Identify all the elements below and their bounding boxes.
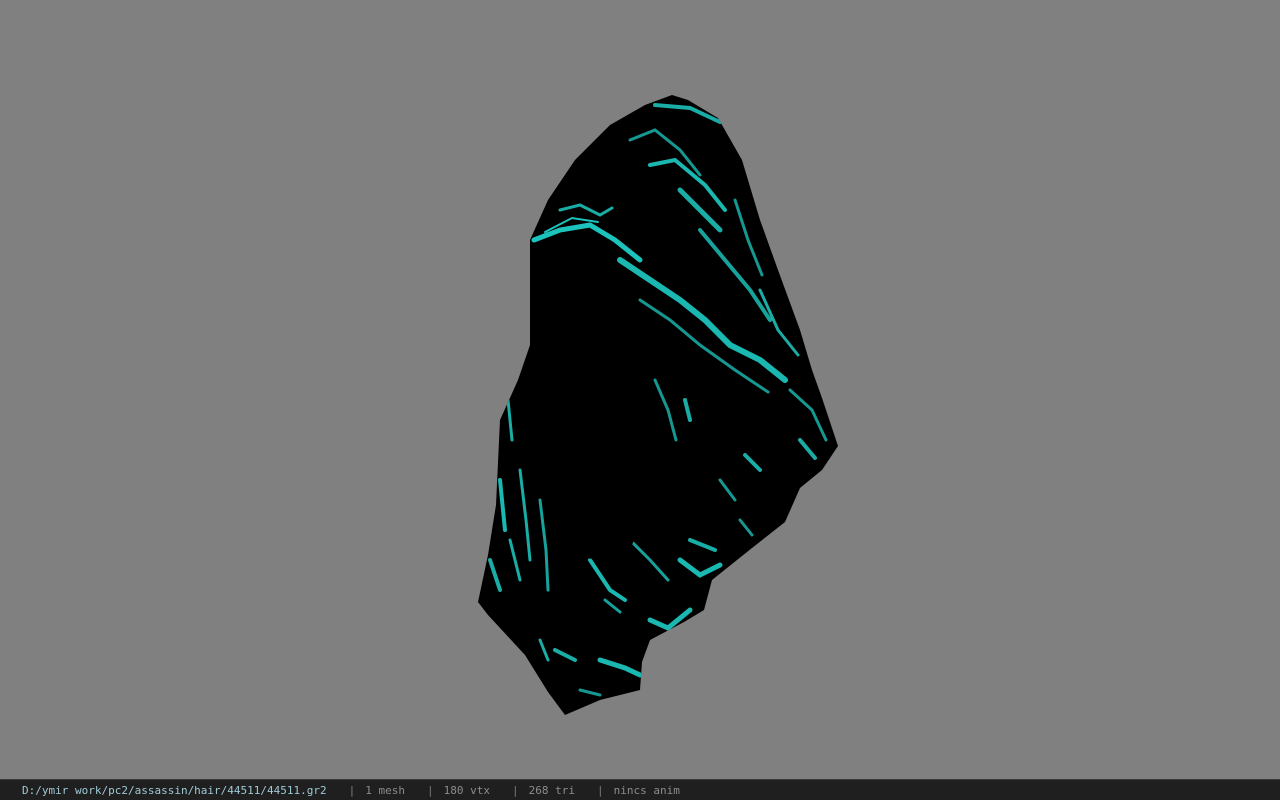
vertex-count: 180 vtx xyxy=(443,783,490,797)
status-separator: | xyxy=(427,783,434,797)
mesh-count: 1 mesh xyxy=(365,783,406,797)
status-separator: | xyxy=(348,783,356,797)
triangle-count: 268 tri xyxy=(528,783,575,797)
animation-status: nincs anim xyxy=(613,783,680,797)
3d-viewport[interactable] xyxy=(0,0,1280,779)
status-bar: D:/ymir work/pc2/assassin/hair/44511/445… xyxy=(0,779,1280,800)
file-path: D:/ymir work/pc2/assassin/hair/44511/445… xyxy=(22,783,327,797)
hood-model xyxy=(478,95,838,715)
status-separator: | xyxy=(596,783,604,797)
status-separator: | xyxy=(512,783,519,797)
